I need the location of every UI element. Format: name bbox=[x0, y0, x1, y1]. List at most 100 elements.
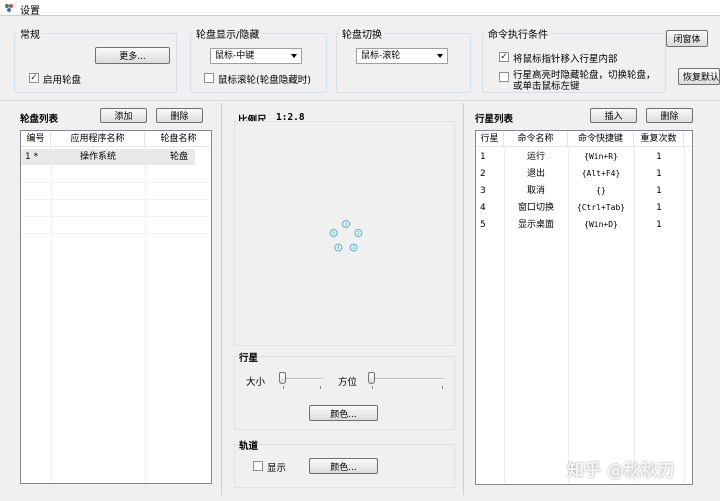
scroll-hide-checkbox[interactable] bbox=[204, 73, 214, 83]
row-planet: 1 bbox=[480, 152, 486, 162]
planet-list-title: 行星列表 bbox=[475, 114, 514, 125]
app-icon bbox=[5, 4, 13, 12]
row-shortcut: {Alt+F4} bbox=[581, 169, 621, 178]
chevron-down-icon bbox=[437, 54, 443, 58]
column-header-app-name[interactable]: 应用程序名称 bbox=[51, 131, 145, 147]
table-row[interactable]: 5 显示桌面 {Win+D} 1 bbox=[476, 217, 684, 233]
display-hotkey-value: 鼠标-中键 bbox=[215, 51, 255, 61]
check-icon: ✓ bbox=[30, 73, 38, 83]
size-label: 大小 bbox=[246, 377, 266, 388]
table-row[interactable]: 3 取消 {} 1 bbox=[476, 183, 684, 199]
display-hotkey-select[interactable]: 鼠标-中键 bbox=[210, 48, 302, 64]
more-button[interactable]: 更多... bbox=[95, 47, 170, 64]
column-header-wheel-name[interactable]: 轮盘名称 bbox=[145, 131, 211, 147]
grid-line bbox=[21, 182, 211, 183]
cursor-enter-label: 将鼠标指针移入行星内部 bbox=[513, 54, 618, 65]
delete-planet-button[interactable]: 删除 bbox=[646, 108, 693, 123]
grid-line bbox=[21, 199, 211, 200]
table-row[interactable]: 1 * 操作系统 轮盘 bbox=[21, 149, 195, 165]
highlight-hide-checkbox[interactable] bbox=[499, 72, 509, 82]
switch-hotkey-select[interactable]: 鼠标-滚轮 bbox=[356, 48, 448, 64]
general-group-label: 常规 bbox=[18, 26, 42, 41]
title-bar[interactable]: 设置 bbox=[0, 0, 720, 17]
size-slider-track[interactable] bbox=[281, 378, 323, 380]
wheel-list-title: 轮盘列表 bbox=[20, 114, 59, 125]
preview-planet-label: 1 bbox=[345, 222, 348, 227]
planet-title: 行星 bbox=[239, 353, 259, 364]
slider-tick bbox=[320, 386, 321, 389]
orbit-color-button[interactable]: 颜色... bbox=[309, 458, 378, 474]
highlight-hide-label-line2: 或单击鼠标左键 bbox=[513, 81, 580, 92]
row-shortcut: {Win+R} bbox=[584, 152, 618, 161]
chevron-down-icon bbox=[291, 54, 297, 58]
insert-planet-button[interactable]: 插入 bbox=[590, 108, 637, 123]
preview-planet: 3 bbox=[349, 243, 358, 252]
column-header-command-name[interactable]: 命令名称 bbox=[504, 131, 568, 147]
row-repeat: 1 bbox=[656, 220, 662, 230]
right-splitter[interactable] bbox=[463, 103, 464, 495]
row-planet: 4 bbox=[480, 203, 486, 213]
preview-planet-label: 4 bbox=[337, 245, 340, 250]
preview-planet-label: 5 bbox=[332, 231, 335, 236]
column-header-repeat[interactable]: 重复次数 bbox=[634, 131, 684, 147]
enable-wheel-label: 启用轮盘 bbox=[43, 75, 82, 86]
add-wheel-button[interactable]: 添加 bbox=[100, 108, 147, 123]
row-app-name: 操作系统 bbox=[79, 152, 116, 162]
grid-line bbox=[684, 147, 685, 484]
row-command-name: 窗口切换 bbox=[517, 203, 554, 213]
scroll-hide-label: 鼠标滚轮(轮盘隐藏时) bbox=[218, 75, 311, 86]
settings-window: 设置 常规 更多... ✓ 启用轮盘 轮盘显示/隐藏 鼠标-中键 鼠标滚轮(轮盘… bbox=[0, 0, 720, 501]
orbit-show-label: 显示 bbox=[267, 463, 287, 474]
table-row[interactable]: 1 运行 {Win+R} 1 bbox=[476, 149, 684, 165]
preview-planet-label: 2 bbox=[357, 231, 360, 236]
row-shortcut: {Win+D} bbox=[584, 220, 618, 229]
display-group-label: 轮盘显示/隐藏 bbox=[194, 26, 262, 41]
preview-planet: 5 bbox=[329, 229, 338, 237]
wheel-list-header: 编号 应用程序名称 轮盘名称 bbox=[21, 131, 211, 147]
cursor-enter-checkbox[interactable]: ✓ bbox=[499, 52, 509, 62]
column-header-index[interactable]: 编号 bbox=[21, 131, 51, 147]
orientation-slider-thumb[interactable] bbox=[368, 372, 375, 384]
switch-hotkey-value: 鼠标-滚轮 bbox=[361, 51, 401, 61]
row-index: 1 * bbox=[25, 152, 39, 162]
grid-line bbox=[21, 216, 211, 217]
row-repeat: 1 bbox=[656, 169, 662, 179]
condition-group-label: 命令执行条件 bbox=[486, 26, 550, 41]
wheel-preview-canvas[interactable]: 1 2 3 4 5 bbox=[234, 121, 455, 346]
window-title: 设置 bbox=[20, 6, 40, 17]
row-shortcut: {} bbox=[596, 186, 606, 195]
row-command-name: 运行 bbox=[526, 152, 545, 162]
preview-planet: 1 bbox=[342, 220, 350, 228]
enable-wheel-checkbox[interactable]: ✓ bbox=[29, 73, 39, 83]
table-row[interactable]: 4 窗口切换 {Ctrl+Tab} 1 bbox=[476, 200, 684, 216]
left-splitter[interactable] bbox=[221, 103, 222, 495]
row-repeat: 1 bbox=[656, 152, 662, 162]
row-planet: 3 bbox=[480, 186, 486, 196]
grid-line bbox=[145, 147, 146, 483]
close-window-button[interactable]: 闭窗体 bbox=[666, 30, 708, 47]
slider-tick bbox=[372, 386, 373, 389]
row-planet: 5 bbox=[480, 220, 486, 230]
size-slider-thumb[interactable] bbox=[279, 372, 286, 384]
wheel-list[interactable]: 编号 应用程序名称 轮盘名称 1 * 操作系统 轮盘 bbox=[20, 130, 212, 484]
row-command-name: 退出 bbox=[526, 169, 545, 179]
slider-tick bbox=[442, 386, 443, 389]
slider-tick bbox=[283, 386, 284, 389]
grid-line bbox=[21, 233, 211, 234]
orientation-slider-track[interactable] bbox=[370, 378, 444, 380]
preview-planet: 4 bbox=[334, 243, 343, 252]
column-header-planet[interactable]: 行星 bbox=[476, 131, 504, 147]
preview-planet-label: 3 bbox=[352, 245, 355, 250]
delete-wheel-button[interactable]: 删除 bbox=[156, 108, 203, 123]
orbit-title: 轨道 bbox=[239, 441, 259, 452]
orbit-show-checkbox[interactable] bbox=[253, 461, 263, 471]
planet-color-button[interactable]: 颜色... bbox=[309, 405, 378, 421]
restore-defaults-button[interactable]: 恢复默认 bbox=[678, 68, 720, 85]
grid-line bbox=[51, 147, 52, 483]
preview-planet: 2 bbox=[354, 229, 363, 237]
table-row[interactable]: 2 退出 {Alt+F4} 1 bbox=[476, 166, 684, 182]
top-divider bbox=[0, 100, 720, 101]
planet-list[interactable]: 行星 命令名称 命令快捷键 重复次数 1 运行 {Win+R} 1 2 退出 {Alt+F4… bbox=[475, 130, 693, 485]
column-header-shortcut[interactable]: 命令快捷键 bbox=[568, 131, 634, 147]
switch-group-label: 轮盘切换 bbox=[340, 26, 384, 41]
